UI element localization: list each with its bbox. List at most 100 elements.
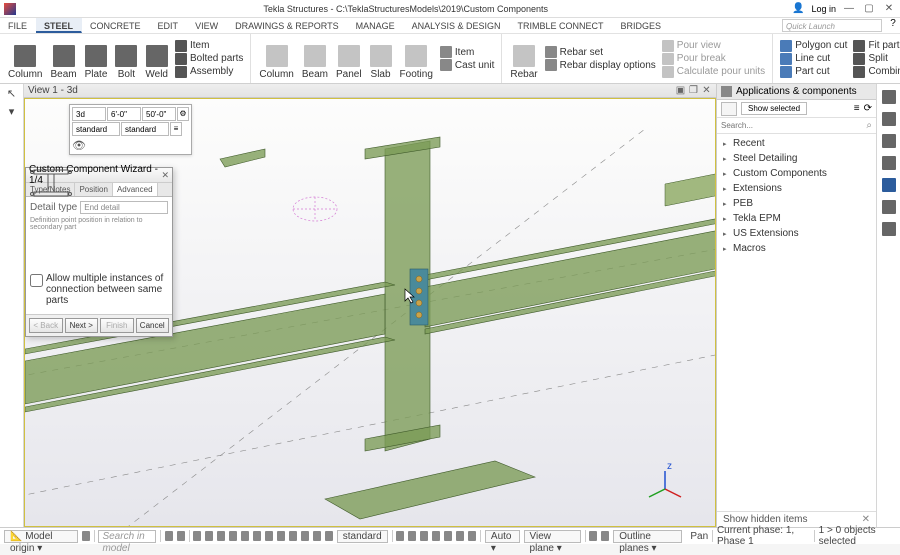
ribbon-part-cut[interactable]: Part cut	[780, 66, 847, 78]
status-viewplane[interactable]: View plane ▾	[524, 530, 581, 543]
chevron-down-icon[interactable]: ▾	[5, 105, 19, 119]
tab-file[interactable]: FILE	[0, 18, 36, 33]
tree-item-recent[interactable]: ▸Recent	[717, 136, 876, 151]
status-origin[interactable]: 📐 Model origin ▾	[4, 530, 78, 543]
tab-steel[interactable]: STEEL	[36, 18, 82, 33]
help-icon[interactable]: ?	[886, 18, 900, 33]
rt-icon-1[interactable]	[882, 90, 896, 104]
side-search-input[interactable]	[721, 121, 866, 130]
ribbon-item2[interactable]: Item	[440, 46, 494, 58]
view-close-icon[interactable]: ✕	[701, 85, 712, 96]
maximize-icon[interactable]: ▢	[862, 2, 876, 16]
rt-icon-5-active[interactable]	[882, 178, 896, 192]
status-sel-6[interactable]	[456, 531, 464, 541]
ribbon-cast-unit[interactable]: Cast unit	[440, 59, 494, 71]
side-hidden-close-icon[interactable]: ✕	[862, 514, 870, 525]
wizard-next-button[interactable]: Next >	[65, 318, 99, 333]
ribbon-panel[interactable]: Panel	[332, 36, 366, 81]
tab-view[interactable]: VIEW	[187, 18, 227, 33]
side-show-selected-button[interactable]: Show selected	[741, 102, 807, 115]
status-sel-3[interactable]	[420, 531, 428, 541]
status-snap-4[interactable]	[229, 531, 237, 541]
status-snap-9[interactable]	[289, 531, 297, 541]
tab-trimble[interactable]: TRIMBLE CONNECT	[509, 18, 612, 33]
login-link[interactable]: Log in	[811, 4, 836, 14]
tab-analysis[interactable]: ANALYSIS & DESIGN	[404, 18, 510, 33]
ribbon-rebar[interactable]: Rebar	[506, 36, 541, 81]
ribbon-rebar-display[interactable]: Rebar display options	[545, 59, 656, 71]
user-icon[interactable]: 👤	[791, 2, 805, 16]
ribbon-bolt[interactable]: Bolt	[111, 36, 141, 81]
wizard-tab-position[interactable]: Position	[75, 183, 112, 196]
status-icon-1[interactable]	[82, 531, 90, 541]
ribbon-combine[interactable]: Combine	[853, 66, 900, 78]
close-icon[interactable]: ✕	[882, 2, 896, 16]
view-restore-icon[interactable]: ❐	[688, 85, 699, 96]
tree-item-peb[interactable]: ▸PEB	[717, 196, 876, 211]
tree-item-steel[interactable]: ▸Steel Detailing	[717, 151, 876, 166]
status-sel-7[interactable]	[468, 531, 476, 541]
tree-item-ext[interactable]: ▸Extensions	[717, 181, 876, 196]
float-view-name[interactable]: 3d	[72, 107, 106, 121]
tab-edit[interactable]: EDIT	[150, 18, 188, 33]
ribbon-bolted-parts[interactable]: Bolted parts	[175, 53, 243, 65]
tree-item-us[interactable]: ▸US Extensions	[717, 226, 876, 241]
float-std1[interactable]: standard	[72, 122, 120, 136]
side-list-icon[interactable]: ≡	[854, 103, 860, 114]
rt-icon-2[interactable]	[882, 112, 896, 126]
status-standard[interactable]: standard	[337, 530, 388, 543]
wizard-checkbox[interactable]	[30, 274, 43, 287]
tree-item-macros[interactable]: ▸Macros	[717, 241, 876, 256]
status-sel-2[interactable]	[408, 531, 416, 541]
wizard-tab-advanced[interactable]: Advanced	[113, 183, 158, 196]
ribbon-footing[interactable]: Footing	[396, 36, 437, 81]
ribbon-slab[interactable]: Slab	[366, 36, 396, 81]
status-snap-12[interactable]	[325, 531, 333, 541]
side-view-grid-icon[interactable]	[721, 102, 737, 116]
ribbon-fit-part-end[interactable]: Fit part end	[853, 40, 900, 52]
ribbon-plate[interactable]: Plate	[81, 36, 112, 81]
view-max-icon[interactable]: ▣	[675, 85, 686, 96]
ribbon-column[interactable]: Column	[4, 36, 46, 81]
status-snap-6[interactable]	[253, 531, 261, 541]
ribbon-weld[interactable]: Weld	[141, 36, 172, 81]
tree-item-custom[interactable]: ▸Custom Components	[717, 166, 876, 181]
ribbon-beam[interactable]: Beam	[46, 36, 80, 81]
wizard-cancel-button[interactable]: Cancel	[136, 318, 170, 333]
minimize-icon[interactable]: —	[842, 2, 856, 16]
status-sel-5[interactable]	[444, 531, 452, 541]
search-icon[interactable]: ⌕	[866, 120, 872, 131]
status-ico-d[interactable]	[601, 531, 609, 541]
float-gear-icon[interactable]: ⚙	[177, 107, 189, 121]
rt-icon-6[interactable]	[882, 200, 896, 214]
3d-canvas[interactable]: z 3d 6'-0" 50'-0" ⚙ standard standard ≡ …	[24, 98, 716, 527]
wizard-detailtype-select[interactable]: End detail	[80, 201, 168, 214]
rt-icon-3[interactable]	[882, 134, 896, 148]
ribbon-polygon-cut[interactable]: Polygon cut	[780, 40, 847, 52]
float-dim2[interactable]: 50'-0"	[142, 107, 176, 121]
float-dim1[interactable]: 6'-0"	[107, 107, 141, 121]
float-eye-icon[interactable]: 👁	[72, 137, 189, 152]
ribbon-item[interactable]: Item	[175, 40, 243, 52]
side-refresh-icon[interactable]: ⟳	[864, 103, 872, 114]
status-snap-7[interactable]	[265, 531, 273, 541]
wizard-allow-multiple-check[interactable]: Allow multiple instances of connection b…	[30, 273, 168, 306]
tab-bridges[interactable]: BRIDGES	[613, 18, 671, 33]
pointer-icon[interactable]: ↖	[5, 87, 19, 101]
status-snap-10[interactable]	[301, 531, 309, 541]
status-ico-a[interactable]	[165, 531, 173, 541]
float-menu-icon[interactable]: ≡	[170, 122, 182, 136]
ribbon-column2[interactable]: Column	[255, 36, 297, 81]
quick-launch-input[interactable]: Quick Launch	[782, 19, 882, 32]
status-sel-1[interactable]	[396, 531, 404, 541]
status-snap-2[interactable]	[205, 531, 213, 541]
status-snap-1[interactable]	[193, 531, 201, 541]
ribbon-assembly[interactable]: Assembly	[175, 66, 243, 78]
tab-drawings[interactable]: DRAWINGS & REPORTS	[227, 18, 348, 33]
status-outline[interactable]: Outline planes ▾	[613, 530, 682, 543]
tree-item-epm[interactable]: ▸Tekla EPM	[717, 211, 876, 226]
tab-manage[interactable]: MANAGE	[348, 18, 404, 33]
status-search-input[interactable]: Search in model	[98, 530, 155, 543]
rt-icon-4[interactable]	[882, 156, 896, 170]
ribbon-line-cut[interactable]: Line cut	[780, 53, 847, 65]
